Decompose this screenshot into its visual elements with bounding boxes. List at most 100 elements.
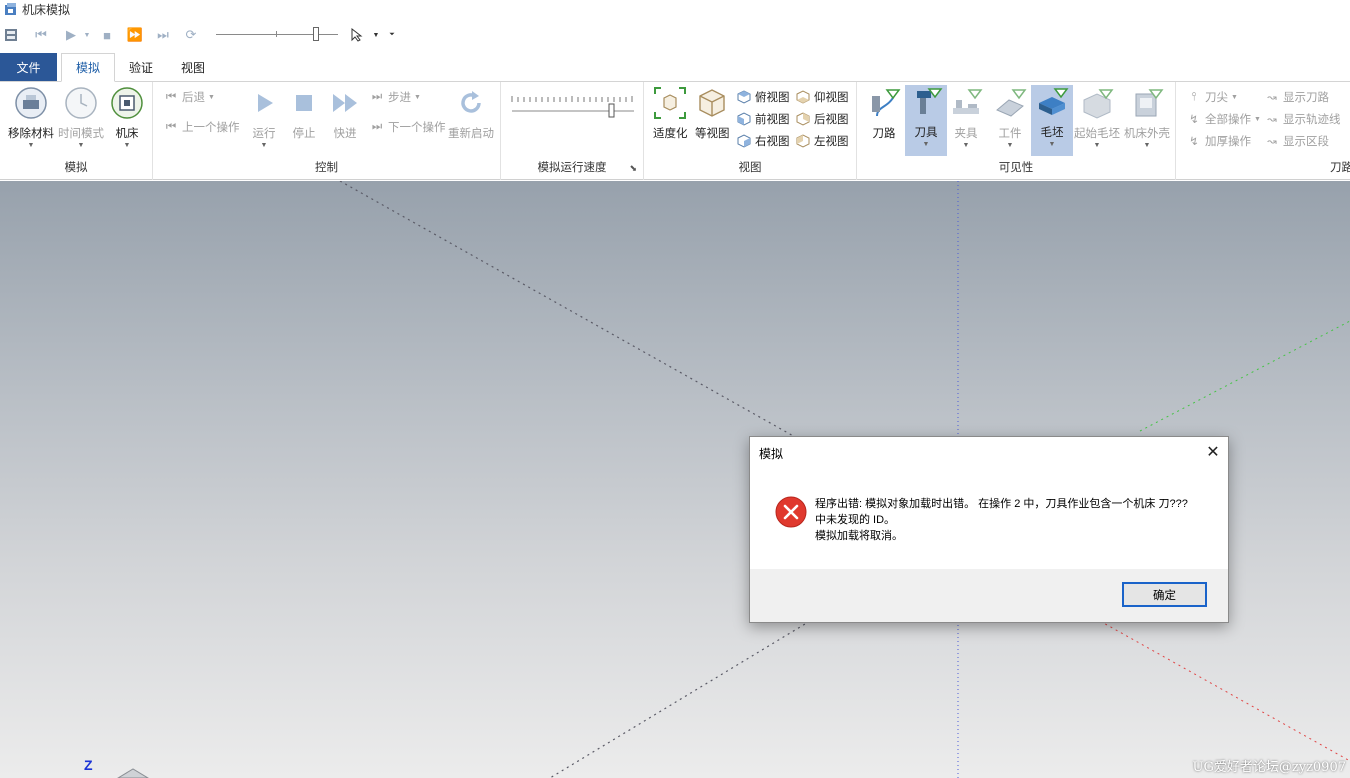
dialog-message-line-2: 中未发现的 ID。 [815,514,896,526]
stop-icon[interactable]: ■ [96,24,118,46]
toolpath-visibility-button[interactable]: 刀路 [867,86,901,141]
bottom-view-icon [795,89,811,105]
fast-forward-button[interactable]: 快进 [328,86,362,141]
tool-tip-button[interactable]: ⫯ 刀尖 ▼ [1186,87,1237,107]
step-back-icon: ⏮ [165,90,177,103]
tab-file[interactable]: 文件 [0,53,57,81]
group-toolpath-label: 刀路 [1330,162,1350,174]
tab-verify[interactable]: 验证 [115,54,167,81]
restart-icon[interactable]: ⟳ [180,24,202,46]
error-dialog: 模拟 ✕ 程序出错: 模拟对象加载时出错。 在操作 2 中，刀具作业包含一个机床… [749,436,1229,623]
next-operation-button[interactable]: ⏭ 下一个操作 [369,117,446,137]
error-icon [775,496,807,528]
all-operations-button[interactable]: ↯ 全部操作 ▼ [1186,109,1261,129]
dialog-message-line-1: 程序出错: 模拟对象加载时出错。 在操作 2 中，刀具作业包含一个机床 刀??? [815,498,1188,510]
speed-slider-track[interactable] [216,34,338,35]
cursor-dropdown-icon[interactable]: ▼ [370,24,382,46]
machine-housing-icon [1135,89,1164,117]
group-view-label: 视图 [738,162,762,174]
right-view-button[interactable]: 右视图 [736,131,790,151]
ribbon: 移除材料 ▼ 时间模式 ▼ 机床 ▼ 模拟 ⏮ 后退 ▼ ⏮ 上一个操作 运行 ▼ 停… [0,82,1350,180]
speed-slider-thumb[interactable] [313,27,319,41]
workpiece-icon [996,89,1027,117]
left-view-button[interactable]: 左视图 [795,131,849,151]
show-toolpath-button[interactable]: ↝ 显示刀路 [1264,87,1329,107]
toolpath-icon [872,89,901,117]
restart-button[interactable]: 重新启动 [448,86,494,141]
top-view-icon [736,89,752,105]
fit-button[interactable]: 适度化 [653,86,688,141]
back-view-icon [795,111,811,127]
customize-toolbar-icon[interactable]: ⏷ [386,24,398,46]
tab-simulate[interactable]: 模拟 [61,53,116,82]
play-icon[interactable]: ▶ [60,24,82,46]
show-segment-button[interactable]: ↝ 显示区段 [1264,131,1329,151]
previous-operation-button[interactable]: ⏮ 上一个操作 [163,117,240,137]
clock-icon [65,87,97,119]
tool-visibility-button[interactable]: 刀具 ▼ [905,85,947,156]
initial-stock-visibility-button[interactable]: 起始毛坯 ▼ [1074,86,1120,149]
group-control-label: 控制 [315,162,338,174]
ribbon-tabs: 文件 模拟 验证 视图 [0,53,1350,82]
stock-icon [1039,88,1069,115]
previous-operation-icon: ⏮ [165,120,177,133]
dialog-message-line-3: 模拟加载将取消。 [815,530,903,542]
run-button[interactable]: 运行 ▼ [247,86,281,149]
workpiece-visibility-button[interactable]: 工件 ▼ [993,86,1027,149]
group-view: 适度化 等视图 俯视图 前视图 右视图 仰视图 后视图 左视图 视图 [644,82,857,180]
step-button[interactable]: ⏭ 步进 ▼ [369,87,421,107]
front-view-button[interactable]: 前视图 [736,109,790,129]
remove-material-button[interactable]: 移除材料 ▼ [8,86,54,149]
play-dropdown-icon[interactable]: ▼ [82,24,92,46]
group-visibility: 刀路 刀具 ▼ 夹具 ▼ 工件 ▼ 毛坯 ▼ 起始毛坯 ▼ 机床外壳 ▼ 可见性 [857,82,1176,180]
front-view-icon [736,111,752,127]
fixture-icon [953,89,983,114]
group-visibility-label: 可见性 [998,162,1034,174]
fixture-visibility-button[interactable]: 夹具 ▼ [949,86,983,149]
cursor-icon[interactable] [346,24,368,46]
thicken-operation-icon: ↯ [1189,136,1199,148]
tool-tip-icon: ⫯ [1191,90,1197,103]
group-toolpath: ⫯ 刀尖 ▼ ↯ 全部操作 ▼ ↯ 加厚操作 ↝ 显示刀路 ↝ 显示轨迹线 ↝ 显示区段 刀路 [1176,82,1350,180]
skip-to-start-icon[interactable]: ⏮ [30,24,52,46]
tab-view[interactable]: 视图 [167,54,219,81]
speed-slider[interactable] [509,92,639,122]
fast-forward-icon[interactable]: ⏩ [124,24,146,46]
fit-view-icon [654,87,687,119]
ok-button[interactable]: 确定 [1122,582,1207,607]
remove-material-icon [15,87,47,119]
dialog-message: 程序出错: 模拟对象加载时出错。 在操作 2 中，刀具作业包含一个机床 刀???… [815,496,1210,544]
machine-button[interactable]: 机床 ▼ [110,86,144,149]
skip-to-end-icon[interactable]: ⏭ [152,24,174,46]
isometric-view-button[interactable]: 等视图 [695,86,730,141]
quick-access-toolbar: ⏮ ▶ ▼ ■ ⏩ ⏭ ⟳ ▼ ⏷ [0,22,420,48]
machine-settings-icon[interactable] [0,24,22,46]
show-trace-button[interactable]: ↝ 显示轨迹线 [1264,109,1340,129]
bottom-view-button[interactable]: 仰视图 [795,87,849,107]
right-view-icon [736,133,752,149]
window-title: 机床模拟 [22,2,71,17]
thicken-operation-button[interactable]: ↯ 加厚操作 [1186,131,1251,151]
top-view-button[interactable]: 俯视图 [736,87,790,107]
dialog-title: 模拟 [759,447,784,461]
stock-visibility-button[interactable]: 毛坯 ▼ [1031,85,1073,156]
watermark: UG爱好者论坛@zyz0907 [1192,760,1346,775]
time-mode-button[interactable]: 时间模式 ▼ [58,86,104,149]
fast-forward-icon [333,94,357,112]
step-forward-icon: ⏭ [371,90,383,103]
all-operations-icon: ↯ [1189,114,1199,126]
stop-button[interactable]: 停止 [287,86,321,141]
back-button[interactable]: ⏮ 后退 ▼ [163,87,215,107]
speed-dialog-launcher-icon[interactable]: ⬊ [629,163,637,174]
back-view-button[interactable]: 后视图 [795,109,849,129]
group-speed: 模拟运行速度 ⬊ [501,82,644,180]
group-speed-label: 模拟运行速度 [537,162,607,174]
restart-icon [461,91,481,113]
stop-icon [296,95,312,111]
machine-housing-visibility-button[interactable]: 机床外壳 ▼ [1124,86,1170,149]
group-simulate-label: 模拟 [64,162,88,174]
close-icon[interactable]: ✕ [1198,437,1228,467]
run-icon [258,94,273,112]
initial-stock-icon [1083,89,1114,119]
speed-slider-tick [276,31,277,37]
